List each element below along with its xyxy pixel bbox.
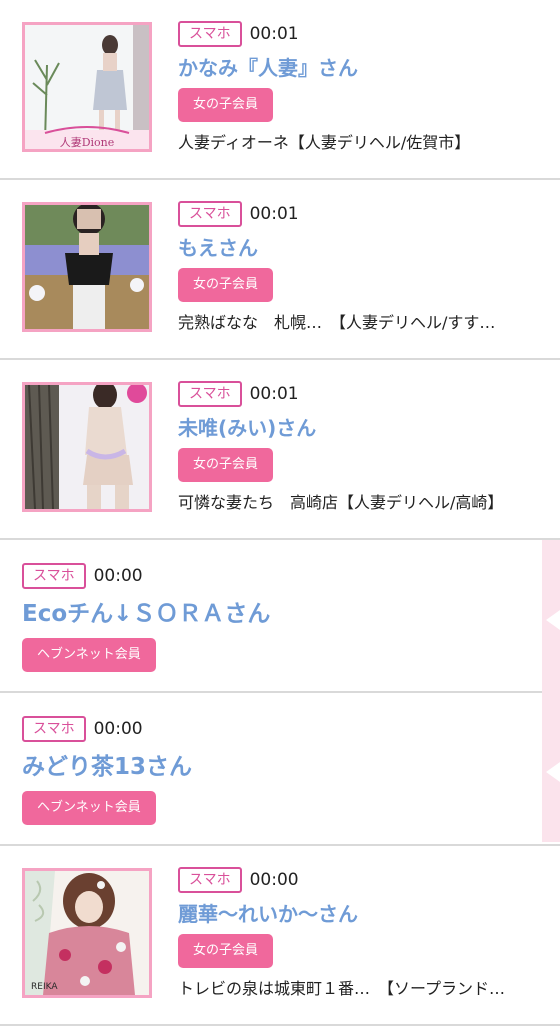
access-time: 00:01 <box>249 204 299 224</box>
user-name-link[interactable]: Ecoチん↓ＳＯＲＡさん <box>22 600 546 628</box>
shop-name[interactable]: 完熟ばなな 札幌… 【人妻デリヘル/すす… <box>178 312 546 334</box>
device-tag: スマホ <box>178 21 242 47</box>
access-time: 00:01 <box>249 24 299 44</box>
profile-thumbnail[interactable] <box>22 382 152 512</box>
activity-list: 人妻Dione スマホ 00:01 かなみ『人妻』さん 女の子会員 人妻ディオー… <box>0 0 560 1026</box>
profile-thumbnail[interactable]: REIKA <box>22 868 152 998</box>
profile-thumbnail[interactable]: 人妻Dione <box>22 22 152 152</box>
thumb-caption: 人妻Dione <box>60 136 115 149</box>
profile-photo: REIKA <box>25 871 149 995</box>
member-badge: ヘブンネット会員 <box>22 638 156 672</box>
list-item[interactable]: 人妻Dione スマホ 00:01 かなみ『人妻』さん 女の子会員 人妻ディオー… <box>0 0 560 180</box>
device-tag: スマホ <box>178 381 242 407</box>
profile-photo: 人妻Dione <box>25 25 149 149</box>
access-time: 00:00 <box>93 566 143 586</box>
left-pointing-notch-icon <box>546 762 560 782</box>
member-badge: 女の子会員 <box>178 448 274 482</box>
device-tag: スマホ <box>22 563 86 589</box>
member-badge: 女の子会員 <box>178 88 274 122</box>
user-name-link[interactable]: 麗華〜れいか〜さん <box>178 902 546 926</box>
access-time: 00:00 <box>249 870 299 890</box>
shop-name[interactable]: トレビの泉は城東町１番… 【ソープランド… <box>178 978 546 1000</box>
user-name-link[interactable]: みどり茶13さん <box>22 753 546 781</box>
user-name-link[interactable]: もえさん <box>178 236 546 260</box>
list-item[interactable]: スマホ 00:01 未唯(みい)さん 女の子会員 可憐な妻たち 高崎店【人妻デリ… <box>0 360 560 540</box>
profile-photo <box>25 205 149 329</box>
access-time: 00:00 <box>93 719 143 739</box>
user-name-link[interactable]: 未唯(みい)さん <box>178 416 546 440</box>
profile-photo <box>25 385 149 509</box>
thumb-caption: REIKA <box>31 982 58 992</box>
list-item[interactable]: スマホ 00:00 みどり茶13さん ヘブンネット会員 <box>0 693 560 846</box>
member-badge: ヘブンネット会員 <box>22 791 156 825</box>
list-item[interactable]: スマホ 00:00 Ecoチん↓ＳＯＲＡさん ヘブンネット会員 <box>0 540 560 693</box>
list-item[interactable]: REIKA スマホ 00:00 麗華〜れいか〜さん 女の子会員 トレビの泉は城東… <box>0 846 560 1026</box>
device-tag: スマホ <box>22 716 86 742</box>
device-tag: スマホ <box>178 201 242 227</box>
member-badge: 女の子会員 <box>178 934 274 968</box>
left-pointing-notch-icon <box>546 610 560 630</box>
access-time: 00:01 <box>249 384 299 404</box>
user-name-link[interactable]: かなみ『人妻』さん <box>178 56 546 80</box>
member-badge: 女の子会員 <box>178 268 274 302</box>
shop-name[interactable]: 人妻ディオーネ【人妻デリヘル/佐賀市】 <box>178 132 546 154</box>
shop-name[interactable]: 可憐な妻たち 高崎店【人妻デリヘル/高崎】 <box>178 492 546 514</box>
side-tab[interactable] <box>542 540 560 842</box>
device-tag: スマホ <box>178 867 242 893</box>
list-item[interactable]: スマホ 00:01 もえさん 女の子会員 完熟ばなな 札幌… 【人妻デリヘル/す… <box>0 180 560 360</box>
profile-thumbnail[interactable] <box>22 202 152 332</box>
